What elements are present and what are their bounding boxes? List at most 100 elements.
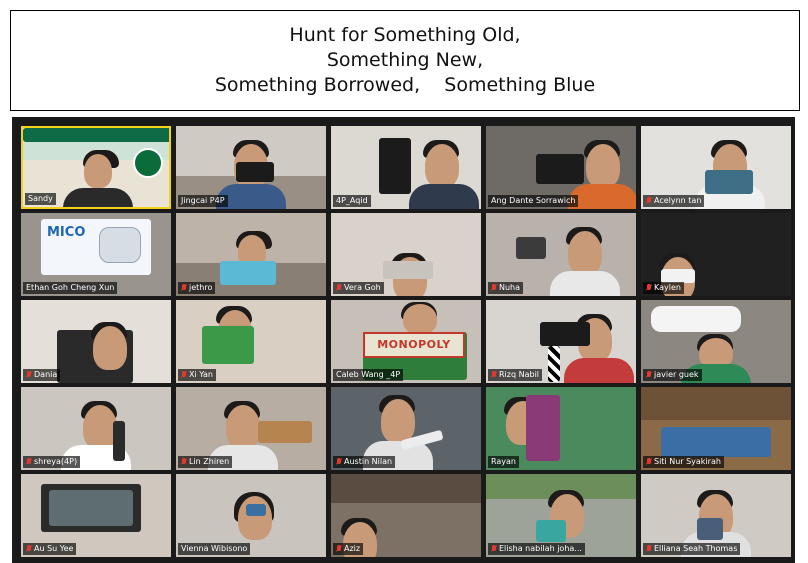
mic-muted-icon	[491, 545, 497, 553]
sign-text: MICO	[47, 225, 86, 240]
video-tile[interactable]: Aziz	[331, 474, 481, 557]
video-tile[interactable]: Ang Dante Sorrawich	[486, 126, 636, 209]
participant-nameplate: Elliana Seah Thomas	[643, 543, 741, 555]
participant-name: Siti Nur Syakirah	[654, 457, 721, 466]
video-tile[interactable]: Rizq Nabil	[486, 300, 636, 383]
video-tile[interactable]: MICO Ethan Goh Cheng Xun	[21, 213, 171, 296]
mic-muted-icon	[646, 197, 652, 205]
participant-nameplate: Siti Nur Syakirah	[643, 456, 724, 468]
mic-muted-icon	[491, 284, 497, 292]
video-tile[interactable]: Vera Goh	[331, 213, 481, 296]
participant-name: Ethan Goh Cheng Xun	[26, 283, 115, 292]
video-tile[interactable]: Xi Yan	[176, 300, 326, 383]
participant-nameplate: Lin Zhiren	[178, 456, 233, 468]
participant-name: Nuha	[499, 283, 521, 292]
video-tile[interactable]: Vienna Wibisono	[176, 474, 326, 557]
participant-nameplate: Dania	[23, 369, 61, 381]
participant-nameplate: Jingcai P4P	[178, 195, 228, 207]
participant-nameplate: Rizq Nabil	[488, 369, 543, 381]
participant-nameplate: Sandy	[25, 193, 56, 205]
participant-name: Sandy	[28, 194, 53, 203]
participant-nameplate: Austin Nilan	[333, 456, 396, 468]
mic-muted-icon	[181, 458, 187, 466]
mic-muted-icon	[26, 371, 32, 379]
participant-name: Lin Zhiren	[189, 457, 230, 466]
participant-name: Rizq Nabil	[499, 370, 540, 379]
participant-name: Caleb Wang _4P	[336, 370, 401, 379]
mic-muted-icon	[181, 284, 187, 292]
participant-name: Ang Dante Sorrawich	[491, 196, 576, 205]
video-tile[interactable]: Au Su Yee	[21, 474, 171, 557]
video-tile[interactable]: Acelynn tan	[641, 126, 791, 209]
title-line-1: Hunt for Something Old,	[289, 24, 521, 46]
participant-name: Aziz	[344, 544, 361, 553]
title-box: Hunt for Something Old, Something New, S…	[10, 10, 800, 111]
participant-nameplate: Vera Goh	[333, 282, 384, 294]
participant-name: Acelynn tan	[654, 196, 702, 205]
participant-name: jethro	[189, 283, 213, 292]
video-tile[interactable]: Siti Nur Syakirah	[641, 387, 791, 470]
mic-muted-icon	[646, 458, 652, 466]
participant-name: Vienna Wibisono	[181, 544, 248, 553]
participant-name: Jingcai P4P	[181, 196, 225, 205]
participant-nameplate: Aziz	[333, 543, 364, 555]
video-gallery: Sandy Jingcai P4P 4P_Aqid Ang Dante Sorr…	[12, 117, 795, 563]
mico-box: MICO	[41, 219, 151, 275]
video-tile[interactable]: shreya(4P)	[21, 387, 171, 470]
video-tile[interactable]: Jingcai P4P	[176, 126, 326, 209]
participant-nameplate: 4P_Aqid	[333, 195, 371, 207]
mic-muted-icon	[336, 458, 342, 466]
monopoly-board: MONOPOLY	[363, 332, 465, 358]
title-line-2: Something New,	[326, 49, 484, 71]
video-tile[interactable]: Elliana Seah Thomas	[641, 474, 791, 557]
participant-name: Kaylen	[654, 283, 681, 292]
participant-name: Dania	[34, 370, 58, 379]
video-tile[interactable]: javier guek	[641, 300, 791, 383]
video-tile[interactable]: Kaylen	[641, 213, 791, 296]
video-tile[interactable]: Austin Nilan	[331, 387, 481, 470]
title-line-3: Something Borrowed, Something Blue	[214, 74, 596, 96]
participant-name: Rayan	[491, 457, 516, 466]
participant-name: 4P_Aqid	[336, 196, 368, 205]
mic-muted-icon	[181, 371, 187, 379]
participant-nameplate: Nuha	[488, 282, 524, 294]
participant-name: Xi Yan	[189, 370, 214, 379]
video-tile[interactable]: Elisha nabilah joha...	[486, 474, 636, 557]
mic-muted-icon	[491, 371, 497, 379]
participant-nameplate: Acelynn tan	[643, 195, 705, 207]
mic-muted-icon	[646, 284, 652, 292]
participant-name: shreya(4P)	[34, 457, 78, 466]
participant-nameplate: Ang Dante Sorrawich	[488, 195, 579, 207]
video-tile[interactable]: MONOPOLY Caleb Wang _4P	[331, 300, 481, 383]
participant-name: Elisha nabilah joha...	[499, 544, 582, 553]
video-tile[interactable]: Sandy	[21, 126, 171, 209]
mic-muted-icon	[646, 545, 652, 553]
participant-nameplate: Elisha nabilah joha...	[488, 543, 585, 555]
participant-nameplate: Au Su Yee	[23, 543, 77, 555]
mic-muted-icon	[336, 545, 342, 553]
mask-icon	[99, 227, 141, 263]
participant-name: javier guek	[654, 370, 699, 379]
starbucks-logo-icon	[133, 148, 163, 178]
sign-text: MONOPOLY	[377, 338, 451, 351]
participant-nameplate: jethro	[178, 282, 216, 294]
participant-name: Elliana Seah Thomas	[654, 544, 738, 553]
participant-nameplate: javier guek	[643, 369, 702, 381]
participant-nameplate: Caleb Wang _4P	[333, 369, 404, 381]
participant-name: Austin Nilan	[344, 457, 393, 466]
participant-nameplate: shreya(4P)	[23, 456, 81, 468]
mic-muted-icon	[26, 545, 32, 553]
video-tile[interactable]: Rayan	[486, 387, 636, 470]
participant-name: Vera Goh	[344, 283, 381, 292]
participant-nameplate: Ethan Goh Cheng Xun	[23, 282, 118, 294]
video-tile[interactable]: Lin Zhiren	[176, 387, 326, 470]
mic-muted-icon	[26, 458, 32, 466]
video-tile[interactable]: Dania	[21, 300, 171, 383]
video-tile[interactable]: Nuha	[486, 213, 636, 296]
participant-name: Au Su Yee	[34, 544, 74, 553]
participant-nameplate: Kaylen	[643, 282, 684, 294]
participant-nameplate: Vienna Wibisono	[178, 543, 251, 555]
mic-muted-icon	[336, 284, 342, 292]
video-tile[interactable]: jethro	[176, 213, 326, 296]
video-tile[interactable]: 4P_Aqid	[331, 126, 481, 209]
